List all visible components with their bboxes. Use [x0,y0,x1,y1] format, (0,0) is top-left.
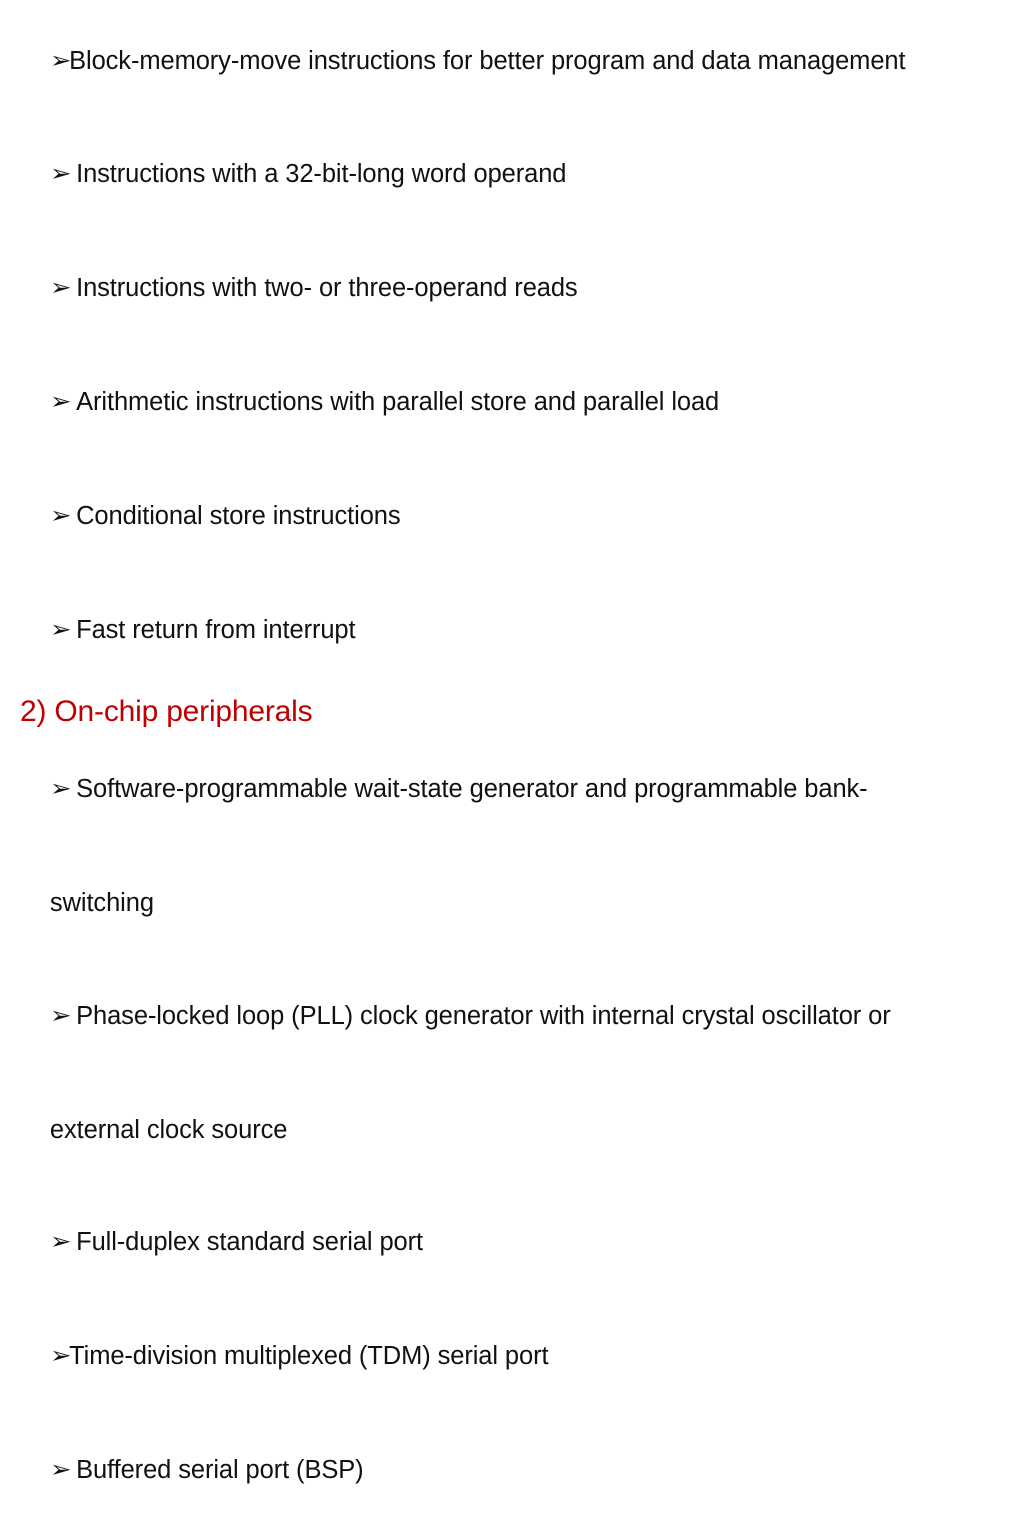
list-item-label: Full-duplex standard serial port [76,1228,423,1257]
list-item: ➢ Arithmetic instructions with parallel s… [8,346,1016,460]
list-item-label: Block-memory-move instructions for bette… [69,46,906,75]
list-item: ➢ Buffered serial port (BSP) [8,1414,1016,1528]
arrowhead-bullet-icon: ➢ [49,1456,72,1483]
arrowhead-bullet-icon: ➢ [49,1229,72,1256]
list-item-label: Time-division multiplexed (TDM) serial p… [69,1342,549,1371]
list-item: ➢ Conditional store instructions [8,460,1016,574]
slide-canvas: ➢Block-memory-move instructions for bett… [0,0,1024,1484]
list-item-label: Buffered serial port (BSP) [76,1455,364,1484]
section-heading: 2) On-chip peripherals [20,694,313,728]
list-item: ➢Time-division multiplexed (TDM) serial … [8,1301,1016,1415]
list-item: ➢ Instructions with two- or three-operand… [8,233,1016,347]
list-item: ➢ Full-duplex standard serial port [8,1187,1016,1301]
list-item-continuation: switching [8,847,1016,960]
arrowhead-bullet-icon: ➢ [49,1002,72,1029]
arrowhead-bullet-icon: ➢ [49,616,72,643]
list-item-continuation: external clock source [8,1074,1016,1187]
list-item-label: Instructions with two- or three-operand … [76,274,578,303]
list-item-label: Instructions with a 32-bit-long word ope… [76,160,567,189]
list-item-label: Phase-locked loop (PLL) clock generator … [76,1001,891,1030]
list-item: ➢ Instructions with a 32-bit-long word op… [8,119,1016,233]
list-item: ➢ Software-programmable wait-state genera… [8,734,1016,848]
list-item-continuation-label: external clock source [49,1115,288,1144]
arrowhead-bullet-icon: ➢ [49,161,72,188]
arrowhead-bullet-icon: ➢ [49,275,72,302]
list-item: ➢Multichannel buffered serial port (McBS… [8,1528,1016,1536]
feature-list-section-one: ➢Block-memory-move instructions for bett… [8,5,1016,688]
list-item: ➢ Phase-locked loop (PLL) clock generator… [8,960,1016,1074]
list-item-label: Software-programmable wait-state generat… [76,775,868,804]
arrowhead-bullet-icon: ➢ [49,1343,72,1370]
list-item-label: Fast return from interrupt [76,615,356,644]
list-item-label: Conditional store instructions [76,501,401,530]
list-item-label: Arithmetic instructions with parallel st… [76,387,720,416]
arrowhead-bullet-icon: ➢ [49,776,72,803]
list-item: ➢ Fast return from interrupt [8,574,1016,688]
list-item: ➢Block-memory-move instructions for bett… [8,5,1016,119]
list-item-continuation-label: switching [49,889,154,918]
arrowhead-bullet-icon: ➢ [49,502,72,529]
arrowhead-bullet-icon: ➢ [49,388,72,415]
arrowhead-bullet-icon: ➢ [49,47,72,74]
feature-list-section-two: ➢ Software-programmable wait-state genera… [8,734,1016,1536]
